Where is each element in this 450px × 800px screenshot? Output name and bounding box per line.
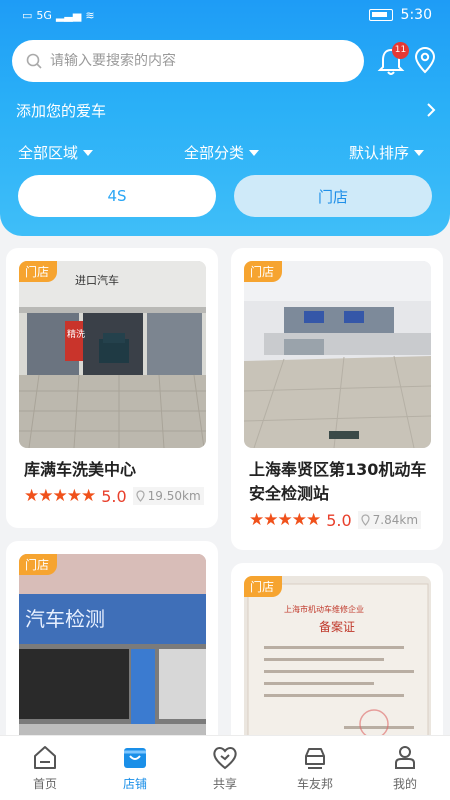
filter-region[interactable]: 全部区域 [18,142,94,163]
chevron-right-icon [427,103,436,117]
tab-car-club[interactable]: 车友邦 [270,742,360,792]
network-label: 5G [36,9,52,22]
store-card[interactable]: 进口汽车 精洗 门店 库满车洗美中心 ★★★★★ 5.0 19.50km [6,248,218,528]
store-type-tag: 门店 [19,554,58,575]
car-wash-photo: 进口汽车 精洗 [19,261,206,448]
store-photo: 门店 [244,261,431,448]
filter-region-label: 全部区域 [18,144,79,162]
notification-badge: 11 [392,42,409,59]
store-name: 库满车洗美中心 [24,460,137,479]
distance-value: 19.50km [147,489,201,503]
search-icon [26,53,42,69]
store-type-tag: 门店 [244,261,283,282]
tab-home[interactable]: 首页 [0,742,90,792]
caret-down-icon [414,149,425,156]
rating-stars-icon: ★★★★★ [249,510,321,530]
share-heart-icon [213,747,237,770]
store-photo: 上海市机动车维修企业 备案证 门店 [244,576,431,753]
station-hall-photo [244,261,431,448]
store-distance: 19.50km [132,487,204,505]
certificate-photo: 上海市机动车维修企业 备案证 [244,576,431,753]
filter-sort-label: 默认排序 [349,144,410,162]
tab-share[interactable]: 共享 [180,742,270,792]
inspection-building-photo: 汽车检测 [19,554,206,741]
search-input[interactable] [50,53,330,69]
location-pin-icon [136,490,145,502]
building-sign-text: 汽车检测 [25,607,105,631]
bottom-tab-bar: 首页 店铺 共享 车友邦 我的 [0,735,450,800]
wifi-icon: ≋ [85,9,95,22]
store-type-tag: 门店 [19,261,58,282]
status-left: ▭ 5G ▂▃▅ ≋ [22,9,95,22]
battery-icon [368,9,393,21]
segment-4s[interactable]: 4S [18,175,216,217]
store-name: 上海奉贤区第130机动车安全检测站 [249,460,427,503]
tab-share-label: 共享 [212,777,237,791]
location-pin-icon[interactable] [414,46,436,74]
store-photo: 汽车检测 门店 [19,554,206,741]
clock: 5:30 [400,7,432,23]
tab-store-label: 店铺 [122,777,147,791]
sim-icon: ▭ [22,9,33,22]
store-card[interactable]: 汽车检测 门店 [6,541,218,751]
store-photo: 进口汽车 精洗 门店 [19,261,206,448]
header-banner: ▭ 5G ▂▃▅ ≋ 5:30 11 添加您的爱车 全部区域 [0,0,450,236]
profile-icon [395,746,415,769]
store-icon [124,748,146,768]
store-type-tag: 门店 [244,576,283,597]
home-icon [34,746,56,769]
signal-icon: ▂▃▅ [55,9,82,22]
location-pin-icon [361,514,370,526]
rating-stars-icon: ★★★★★ [24,486,96,506]
filter-sort[interactable]: 默认排序 [349,142,425,163]
filter-category[interactable]: 全部分类 [184,142,260,163]
rating-score: 5.0 [326,510,352,530]
filter-bar: 全部区域 全部分类 默认排序 [0,142,450,166]
wash-sign-text: 精洗 [67,328,85,340]
store-card[interactable]: 上海市机动车维修企业 备案证 门店 [231,563,443,753]
add-car-label: 添加您的爱车 [16,102,107,120]
store-rating: ★★★★★ 5.0 19.50km [24,486,204,506]
filter-category-label: 全部分类 [184,144,245,162]
distance-value: 7.84km [372,513,419,527]
shop-sign-text: 进口汽车 [75,273,119,287]
segment-store[interactable]: 门店 [234,175,432,217]
tab-profile[interactable]: 我的 [360,742,450,792]
certificate-heading: 备案证 [319,619,355,634]
caret-down-icon [249,149,260,156]
add-car-row[interactable]: 添加您的爱车 [16,100,440,122]
tab-home-label: 首页 [32,777,57,791]
certificate-title: 上海市机动车维修企业 [284,604,364,614]
store-distance: 7.84km [357,511,422,529]
search-bar[interactable] [12,40,364,82]
status-bar: ▭ 5G ▂▃▅ ≋ 5:30 [0,0,450,34]
caret-down-icon [83,149,94,156]
store-card[interactable]: 门店 上海奉贤区第130机动车安全检测站 ★★★★★ 5.0 7.84km [231,248,443,550]
tab-profile-label: 我的 [392,777,417,791]
status-right: 5:30 [368,7,432,23]
tab-store[interactable]: 店铺 [90,742,180,792]
car-club-icon [305,748,325,769]
tab-car-club-label: 车友邦 [296,777,333,791]
rating-score: 5.0 [101,486,127,506]
store-rating: ★★★★★ 5.0 7.84km [249,510,422,530]
